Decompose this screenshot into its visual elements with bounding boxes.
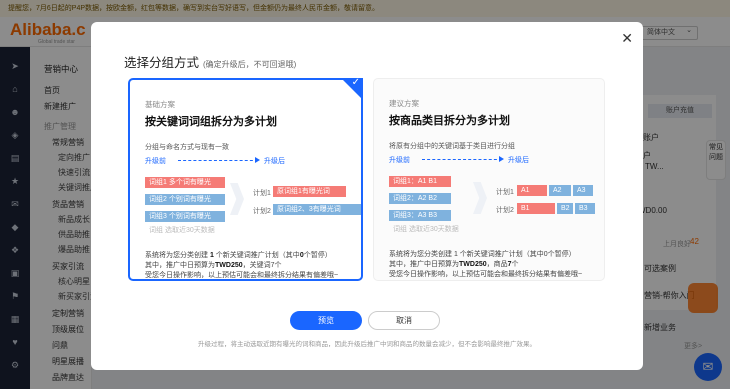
keyword-group-note: 词组 选取近30天数据 [149, 227, 215, 234]
plan-description: 将原有分组中的关键词基于类目进行分组 [389, 143, 515, 150]
plan2-segment-b1: B1 [517, 203, 555, 214]
before-label: 升级前 [145, 158, 166, 165]
after-label: 升级后 [264, 158, 285, 165]
plan2-segment-b3: B3 [575, 203, 595, 214]
keyword-group-1: 词组1：A1 B1 [389, 176, 451, 187]
plan1-segment-a2: A2 [549, 185, 571, 196]
preview-button[interactable]: 预览 [290, 311, 362, 330]
close-icon[interactable]: ✕ [621, 30, 633, 47]
keyword-group-2: 词组2：A2 B2 [389, 193, 451, 204]
check-icon: ✓ [351, 77, 360, 88]
upgrade-hint: 升级过程，将主动选取近期有曝光的词和商品，因此升级后推广中词和商品的数量会减少，… [198, 341, 536, 348]
cancel-button[interactable]: 取消 [368, 311, 440, 330]
group-mode-dialog: 选择分组方式 (确定升级后，不可回退哦) ✕ ✓ 基础方案 按关键词词组拆分为多计… [91, 22, 643, 370]
plan2-label: 计划2 [496, 207, 514, 214]
plan2-label: 计划2 [253, 208, 271, 215]
plan-foot-line-1: 系统将为您分类创建 1 个新关键词推广计划（其中0个暂停） [145, 252, 332, 259]
chevron-right-icon [230, 183, 244, 215]
plan-foot-line-3: 受您今日操作影响，以上预估可能会和最终拆分结果有偏差哦~ [389, 271, 583, 278]
plan-kicker: 建议方案 [389, 99, 419, 108]
chevron-right-icon [473, 182, 487, 214]
plan1-segment-a1: A1 [517, 185, 547, 196]
keyword-group-2: 词组2 个别词有曝光 [145, 194, 225, 205]
plan-card-suggested[interactable]: 建议方案 按商品类目拆分为多计划 将原有分组中的关键词基于类目进行分组 升级前 … [373, 78, 605, 281]
plan1-label: 计划1 [496, 189, 514, 196]
plan-foot-line-3: 受您今日操作影响，以上预估可能会和最终拆分结果有偏差哦~ [145, 272, 339, 279]
plan-foot-line-2: 其中，推广中日预算为TWD250，关键词7个 [145, 262, 282, 269]
plan-title: 按关键词词组拆分为多计划 [145, 116, 277, 128]
plan-title: 按商品类目拆分为多计划 [389, 115, 510, 127]
after-label: 升级后 [508, 157, 529, 164]
plan-foot-line-2: 其中，推广中日预算为TWD250，商品7个 [389, 261, 519, 268]
keyword-group-1: 词组1 多个词有曝光 [145, 177, 225, 188]
plan-kicker: 基础方案 [145, 100, 175, 109]
keyword-group-3: 词组3：A3 B3 [389, 210, 451, 221]
plan-card-basic[interactable]: ✓ 基础方案 按关键词词组拆分为多计划 分组与命名方式与现有一致 升级前 升级后… [128, 77, 363, 281]
plan2-segment-b2: B2 [557, 203, 573, 214]
keyword-group-note: 词组 选取近30天数据 [393, 226, 459, 233]
plan1-segment-a3: A3 [573, 185, 593, 196]
dialog-title: 选择分组方式 (确定升级后，不可回退哦) [124, 56, 297, 70]
arrow-line [178, 157, 260, 163]
plan1-label: 计划1 [253, 190, 271, 197]
plan-foot-line-1: 系统将为您分类创建 1 个新关键词推广计划（其中0个暂停） [389, 251, 576, 258]
new-plan-1: 原词组1有曝光词 [273, 186, 346, 197]
before-label: 升级前 [389, 157, 410, 164]
new-plan-2: 原词组2、3有曝光词 [273, 204, 361, 215]
plan-description: 分组与命名方式与现有一致 [145, 144, 229, 151]
arrow-line [422, 156, 504, 162]
keyword-group-3: 词组3 个别词有曝光 [145, 211, 225, 222]
